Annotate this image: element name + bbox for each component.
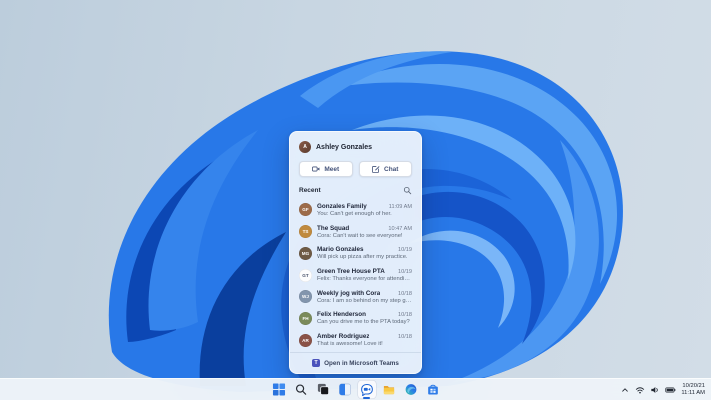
recent-header: Recent (290, 177, 421, 198)
conversation-item[interactable]: TS The Squad 10:47 AM Cora: Can't wait t… (290, 221, 421, 243)
chat-button-taskbar[interactable] (357, 380, 376, 399)
conversation-avatar: GF (299, 203, 312, 217)
conversation-time: 10/18 (398, 334, 412, 341)
chat-button[interactable]: Chat (358, 161, 412, 177)
conversation-item[interactable]: MG Mario Gonzales 10/19 Will pick up piz… (290, 242, 421, 264)
conversation-time: 10:47 AM (388, 225, 412, 232)
conversation-preview: Can you drive me to the PTA today? (317, 319, 410, 326)
conversation-preview: That is awesome! Love it! (317, 341, 383, 348)
taskbar-center-group (269, 380, 442, 399)
speaker-icon (650, 385, 660, 395)
teams-chat-flyout: A Ashley Gonzales Meet Chat Recent GF Go… (289, 131, 422, 374)
flyout-header: A Ashley Gonzales (290, 132, 421, 158)
store-button[interactable] (423, 380, 442, 399)
taskbar: 10/20/21 11:11 AM (0, 378, 711, 400)
tray-overflow-button[interactable] (618, 381, 632, 399)
conversation-time: 10/18 (398, 290, 412, 297)
conversation-item[interactable]: AR Amber Rodriguez 10/18 That is awesome… (290, 329, 421, 351)
battery-icon (665, 385, 676, 395)
conversation-avatar: FH (299, 311, 312, 325)
conversation-preview: You: Can't get enough of her. (317, 210, 392, 217)
conversation-name: The Squad (317, 224, 350, 232)
conversation-time: 10/19 (398, 247, 412, 254)
start-button[interactable] (269, 380, 288, 399)
user-avatar[interactable]: A (299, 141, 311, 153)
conversation-time: 10/18 (398, 312, 412, 319)
conversation-avatar: AR (299, 333, 312, 347)
clock-date: 10/20/21 (682, 382, 705, 389)
meet-button[interactable]: Meet (299, 161, 353, 177)
conversation-preview: Will pick up pizza after my practice. (317, 254, 408, 261)
file-explorer-button[interactable] (379, 380, 398, 399)
clock-time: 11:11 AM (681, 389, 705, 396)
compose-icon (372, 165, 380, 173)
open-in-teams-label: Open in Microsoft Teams (324, 359, 399, 367)
conversation-preview: Cora: Can't wait to see everyone! (317, 232, 403, 239)
battery-button[interactable] (663, 381, 677, 399)
conversation-avatar: GT (299, 268, 312, 282)
system-tray: 10/20/21 11:11 AM (618, 381, 709, 399)
search-icon[interactable] (403, 186, 412, 195)
open-in-teams-button[interactable]: T Open in Microsoft Teams (290, 352, 421, 373)
user-avatar-initials: A (303, 144, 307, 150)
task-view-button[interactable] (313, 380, 332, 399)
microsoft-store-icon (426, 383, 439, 396)
volume-button[interactable] (648, 381, 662, 399)
recent-label: Recent (299, 187, 321, 194)
widgets-button[interactable] (335, 380, 354, 399)
teams-logo-icon: T (312, 359, 321, 367)
teams-chat-icon (360, 383, 373, 396)
edge-button[interactable] (401, 380, 420, 399)
search-button[interactable] (291, 380, 310, 399)
meet-button-label: Meet (324, 165, 340, 173)
search-icon (294, 383, 307, 396)
conversation-avatar: MG (299, 246, 312, 260)
conversation-item[interactable]: GT Green Tree House PTA 10/19 Felix: Tha… (290, 264, 421, 286)
chat-button-label: Chat (384, 165, 399, 173)
conversation-item[interactable]: WJ Weekly jog with Cora 10/18 Cora: I am… (290, 286, 421, 308)
quick-actions: Meet Chat (290, 158, 421, 177)
conversation-item[interactable]: FH Felix Henderson 10/18 Can you drive m… (290, 308, 421, 330)
windows-logo-icon (272, 383, 285, 396)
conversation-name: Mario Gonzales (317, 246, 364, 254)
task-view-icon (316, 383, 329, 396)
conversation-name: Weekly jog with Cora (317, 289, 381, 297)
edge-browser-icon (404, 383, 417, 396)
conversation-avatar: WJ (299, 290, 312, 304)
conversation-preview: Cora: I am so behind on my step goals. (317, 297, 412, 304)
taskbar-clock[interactable]: 10/20/21 11:11 AM (678, 383, 709, 397)
conversation-name: Green Tree House PTA (317, 268, 385, 276)
video-camera-icon (312, 165, 320, 173)
conversation-preview: Felix: Thanks everyone for attending tod… (317, 276, 412, 283)
wifi-icon (635, 385, 645, 395)
chevron-up-icon (620, 385, 630, 395)
widgets-icon (338, 383, 351, 396)
conversation-name: Gonzales Family (317, 202, 367, 210)
conversation-name: Amber Rodriguez (317, 333, 370, 341)
recent-conversation-list: GF Gonzales Family 11:09 AM You: Can't g… (290, 198, 421, 352)
desktop: A Ashley Gonzales Meet Chat Recent GF Go… (0, 0, 711, 400)
conversation-time: 11:09 AM (388, 203, 412, 210)
conversation-name: Felix Henderson (317, 311, 366, 319)
conversation-avatar: TS (299, 225, 312, 239)
folder-icon (382, 383, 395, 396)
user-name: Ashley Gonzales (316, 143, 373, 151)
conversation-time: 10/19 (398, 269, 412, 276)
network-button[interactable] (633, 381, 647, 399)
conversation-item[interactable]: GF Gonzales Family 11:09 AM You: Can't g… (290, 199, 421, 221)
